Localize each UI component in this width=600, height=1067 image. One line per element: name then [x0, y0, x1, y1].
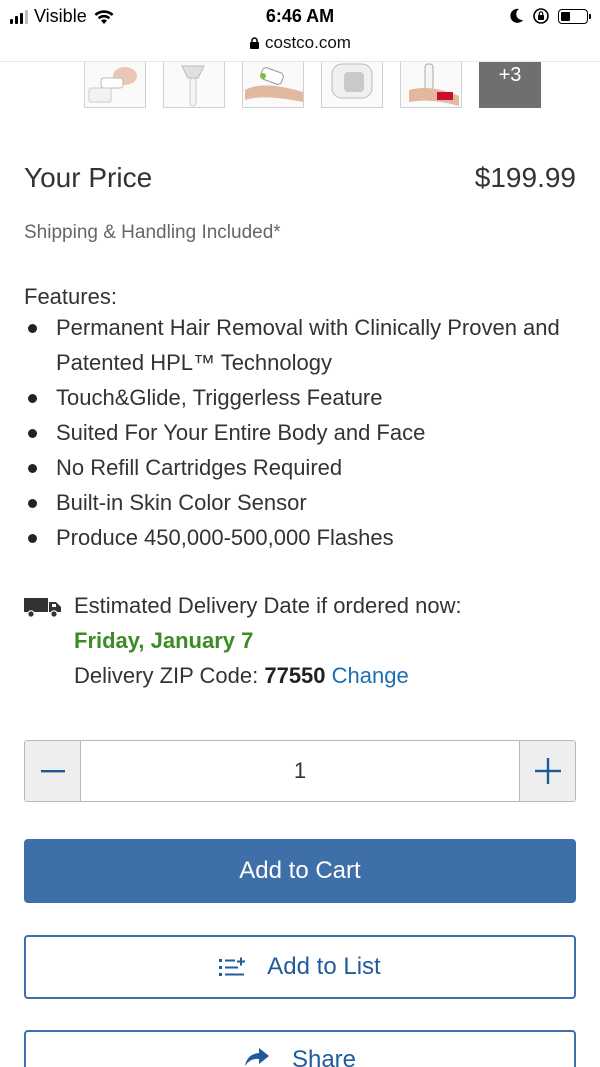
price-value: $199.99 — [474, 162, 576, 193]
feature-item: Built-in Skin Color Sensor — [24, 485, 564, 520]
feature-item: Permanent Hair Removal with Clinically P… — [24, 310, 564, 380]
feature-item: Suited For Your Entire Body and Face — [24, 415, 564, 450]
thumbnail-1[interactable] — [84, 62, 146, 108]
minus-icon — [40, 770, 65, 773]
zip-label: Delivery ZIP Code: — [74, 663, 259, 688]
battery-icon — [558, 8, 591, 24]
product-image — [331, 63, 373, 99]
price-label: Your Price — [24, 162, 153, 193]
product-image — [181, 65, 205, 107]
price-row: Your Price $199.99 — [24, 162, 576, 194]
truck-icon — [24, 598, 61, 618]
thumbnail-3[interactable] — [242, 62, 304, 108]
product-image — [88, 67, 137, 103]
moon-icon — [510, 8, 523, 23]
add-to-list-button[interactable]: Add to List — [24, 935, 576, 999]
decrease-quantity-button[interactable] — [25, 741, 81, 801]
change-zip-link[interactable]: Change — [332, 663, 409, 688]
add-to-cart-label: Add to Cart — [239, 857, 361, 884]
increase-quantity-button[interactable] — [519, 741, 575, 801]
quantity-input[interactable] — [81, 741, 519, 801]
product-image — [409, 63, 459, 106]
url-text: costco.com — [265, 33, 351, 52]
thumbnail-5[interactable] — [400, 62, 462, 108]
url-bar[interactable]: costco.com — [0, 33, 600, 53]
image-thumbnails: +3 — [84, 62, 541, 108]
share-button[interactable]: Share — [24, 1030, 576, 1067]
delivery-zip-row: Delivery ZIP Code: 77550 Change — [74, 658, 584, 693]
quantity-stepper — [24, 740, 576, 802]
more-images-label: +3 — [498, 64, 522, 86]
plus-icon — [534, 758, 561, 784]
shipping-note: Shipping & Handling Included* — [24, 222, 281, 243]
product-image — [245, 67, 303, 102]
features-list: Permanent Hair Removal with Clinically P… — [24, 310, 564, 555]
status-bar: Visible 6:46 AM costco.com — [0, 0, 600, 62]
add-to-list-label: Add to List — [267, 953, 381, 980]
add-to-cart-button[interactable]: Add to Cart — [24, 839, 576, 903]
thumbnail-4[interactable] — [321, 62, 383, 108]
delivery-label: Estimated Delivery Date if ordered now: — [74, 593, 462, 618]
share-icon — [244, 1046, 270, 1067]
more-images-button[interactable]: +3 — [479, 62, 541, 108]
status-right — [510, 7, 591, 25]
thumbnail-2[interactable] — [163, 62, 225, 108]
feature-item: Touch&Glide, Triggerless Feature — [24, 380, 564, 415]
feature-item: Produce 450,000-500,000 Flashes — [24, 520, 564, 555]
lock-icon — [250, 37, 259, 49]
features-title: Features: — [24, 284, 117, 309]
orientation-lock-icon — [533, 8, 549, 24]
delivery-date: Friday, January 7 — [74, 628, 254, 653]
share-label: Share — [291, 1046, 357, 1067]
feature-item: No Refill Cartridges Required — [24, 450, 564, 485]
list-add-icon — [219, 957, 246, 977]
zip-code: 77550 — [264, 663, 326, 688]
